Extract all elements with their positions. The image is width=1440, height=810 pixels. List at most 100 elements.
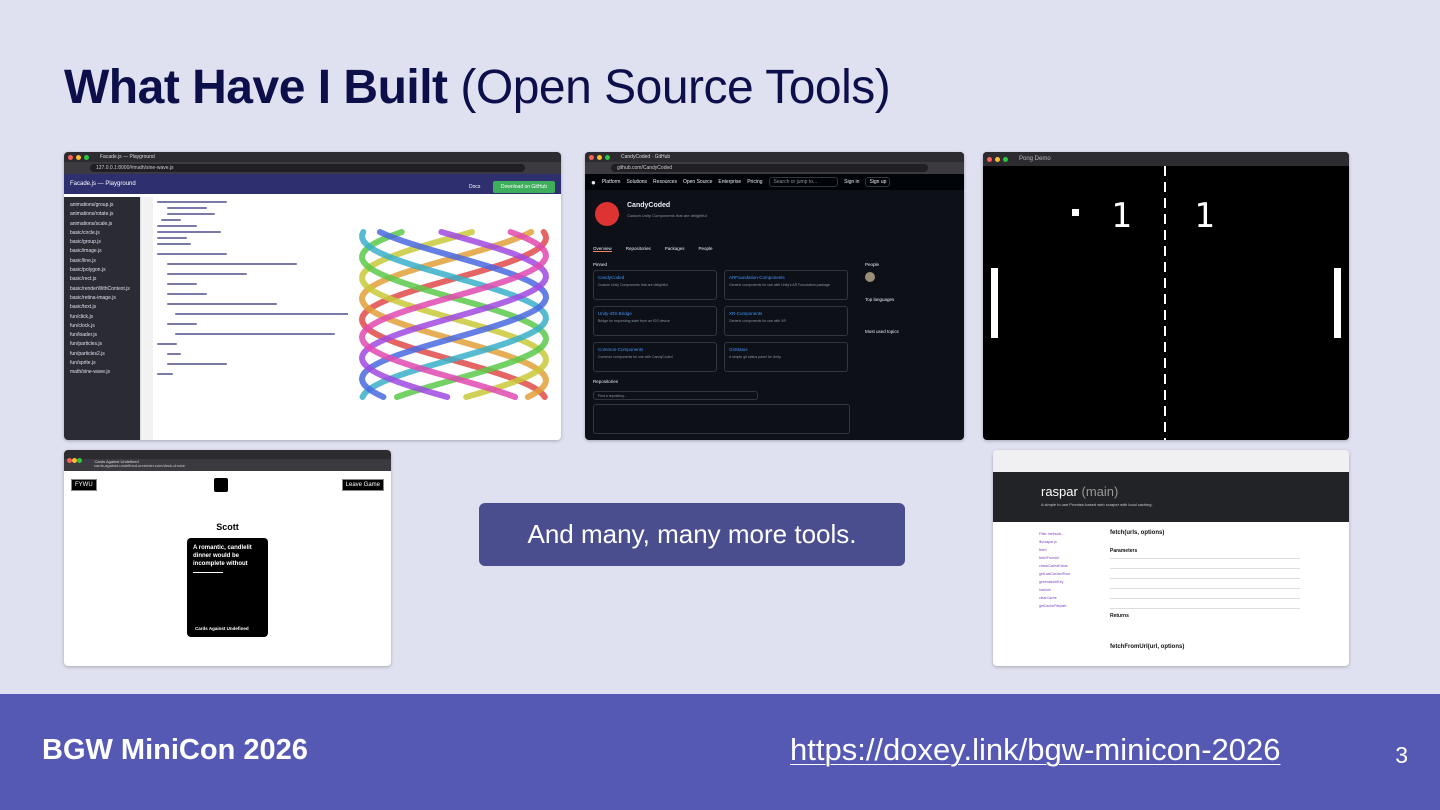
tab-overview: Overview	[593, 246, 612, 252]
slide-link[interactable]: https://doxey.link/bgw-minicon-2026	[790, 732, 1281, 768]
pinned-repo-name: Common-Components	[598, 347, 644, 352]
pinned-repo-desc: Generic components for use with XR	[729, 319, 786, 323]
file-list-item: animations/group.js	[70, 202, 114, 208]
pinned-repo-card: CandyCoded Custom Unity Components that a…	[593, 270, 717, 300]
pinned-repo-desc: Generic components for use with Unity's …	[729, 283, 830, 287]
raspar-sidebar-item: getCacheFilepath	[1039, 604, 1067, 608]
file-list-item: basic/polygon.js	[70, 267, 106, 274]
org-avatar	[595, 202, 619, 226]
pinned-repo-desc: A simple git status panel for Unity.	[729, 355, 782, 359]
facade-screenshot: Facade.js — Playground 127.0.0.1:8000/#m…	[64, 152, 561, 440]
pinned-repo-name: ARFoundation-Components	[729, 275, 785, 280]
card-footer: Cards Against Undefined	[195, 626, 249, 631]
fetch-from-url-heading: fetchFromUrl(url, options)	[1110, 644, 1185, 650]
avatar	[865, 272, 875, 282]
url-text: 127.0.0.1:8000/#math/sine-wave.js	[90, 164, 525, 172]
file-list-item: fun/click.js	[70, 313, 94, 320]
fetch-heading: fetch(urls, options)	[1110, 530, 1165, 536]
browser-tab-title: CandyCoded · GitHub	[621, 154, 671, 160]
org-desc: Custom Unity Components that are delight…	[627, 213, 707, 218]
download-button: Download on GitHub	[492, 181, 555, 193]
nav-enterprise: Enterprise	[718, 179, 742, 185]
raspar-hero: raspar (main) A simple to use Promise-ba…	[993, 472, 1349, 522]
most-used-topics-label: Most used topics	[865, 329, 899, 334]
repo-list-item	[593, 404, 850, 434]
returns-heading: Returns	[1110, 613, 1129, 619]
browser-chrome	[993, 450, 1349, 473]
card-text: A romantic, candlelit dinner would be in…	[193, 545, 252, 567]
tab-repositories: Repositories	[625, 246, 651, 251]
slide-title-bold: What Have I Built	[64, 61, 448, 114]
nav-platform: Platform	[601, 179, 621, 185]
find-repo-input: Find a repository...	[593, 391, 758, 400]
url-bar: 127.0.0.1:8000/#math/sine-wave.js	[64, 162, 561, 174]
file-list-item: math/sine-wave.js	[70, 369, 111, 376]
pinned-label: Pinned	[593, 262, 608, 267]
file-list-item: fun/particles2.js	[70, 350, 105, 357]
raspar-branch: (main)	[1081, 484, 1119, 499]
center-net	[1164, 166, 1166, 440]
file-list-item: basic/line.js	[70, 257, 96, 264]
url-text: github.com/CandyCoded	[611, 164, 928, 172]
raspar-sidebar-item: hashUrl	[1039, 588, 1052, 592]
raspar-sidebar-item: checkCacheExists	[1039, 564, 1068, 568]
right-paddle	[1334, 268, 1341, 338]
people-label: People	[865, 262, 880, 267]
raspar-sidebar-item: generateUrlKey	[1039, 580, 1064, 584]
repositories-label: Repositories	[593, 379, 619, 384]
raspar-sidebar-item: getLastCachedTime	[1039, 572, 1071, 576]
raspar-screenshot: raspar (main) A simple to use Promise-ba…	[993, 450, 1349, 666]
cards-screenshot: Cards Against Undefined cards-against-un…	[64, 450, 391, 666]
file-list-item: basic/retina-image.js	[70, 294, 116, 301]
github-nav: ● Platform Solutions Resources Open Sour…	[585, 174, 964, 190]
raspar-name: raspar	[1041, 484, 1078, 499]
file-list-item: fun/particles.js	[70, 341, 102, 348]
browser-chrome: CandyCoded · GitHub	[585, 152, 964, 162]
sign-in-link: Sign in	[844, 179, 860, 185]
tab-packages: Packages	[664, 246, 685, 251]
url-text: cards-against-undefined.onrender.com/dec…	[94, 462, 185, 468]
score-right: 1	[1194, 196, 1215, 236]
file-list-item: animations/scale.js	[70, 220, 113, 227]
nav-open-source: Open Source	[682, 179, 713, 185]
leave-game-button: Leave Game	[341, 479, 384, 491]
more-tools-callout: And many, many more tools.	[479, 503, 905, 566]
url-bar: github.com/CandyCoded	[585, 162, 964, 174]
file-list-item: basic/circle.js	[70, 229, 100, 236]
github-screenshot: CandyCoded · GitHub github.com/CandyCode…	[585, 152, 964, 440]
top-languages-label: Top languages	[865, 297, 895, 302]
file-list-item: fun/sprite.js	[70, 360, 96, 367]
file-list-item: basic/text.js	[70, 304, 97, 311]
raspar-sidebar-item: lib/raspar.js	[1039, 540, 1057, 544]
pinned-repo-name: XR-Components	[729, 311, 763, 316]
pinned-repo-desc: Custom Unity Components that are delight…	[598, 283, 668, 287]
raspar-desc: A simple to use Promise-based web scrape…	[1041, 502, 1153, 507]
pinned-repo-card: Common-Components Common components for u…	[593, 342, 717, 372]
org-tabs: Overview Repositories Packages People	[593, 246, 713, 252]
org-name: CandyCoded	[627, 202, 671, 209]
github-logo-icon: ●	[591, 177, 596, 187]
browser-chrome: Cards Against Undefined	[64, 450, 391, 464]
pinned-repo-desc: Common components for use with CandyCode…	[598, 355, 673, 359]
facade-nav: Facade.js — Playground Docs Download on …	[64, 174, 561, 194]
window-titlebar: Pong Demo	[983, 152, 1349, 166]
nav-pricing: Pricing	[747, 179, 763, 185]
file-list: animations/group.js animations/rotate.js a…	[64, 197, 140, 440]
sign-up-link: Sign up	[865, 177, 891, 187]
browser-tab-title: Facade.js — Playground	[100, 154, 155, 160]
browser-chrome: Facade.js — Playground	[64, 152, 561, 162]
tab-people: People	[698, 246, 713, 251]
file-list-item: fun/clock.js	[70, 322, 95, 329]
code-editor	[140, 197, 355, 440]
player-name: Scott	[216, 522, 239, 532]
raspar-sidebar-item: fetchFromUrl	[1039, 556, 1060, 560]
page-number: 3	[1395, 742, 1408, 768]
pinned-repo-name: CandyCoded	[598, 275, 625, 280]
raspar-sidebar: Filter methods... lib/raspar.js fetch fetch…	[1039, 530, 1099, 610]
raspar-sidebar-item: fetch	[1039, 548, 1047, 552]
parameters-heading: Parameters	[1110, 548, 1138, 554]
window-title: Pong Demo	[1019, 156, 1051, 162]
slide-title: What Have I Built (Open Source Tools)	[64, 60, 891, 115]
nav-solutions: Solutions	[626, 179, 648, 185]
pong-ball	[1072, 209, 1079, 216]
